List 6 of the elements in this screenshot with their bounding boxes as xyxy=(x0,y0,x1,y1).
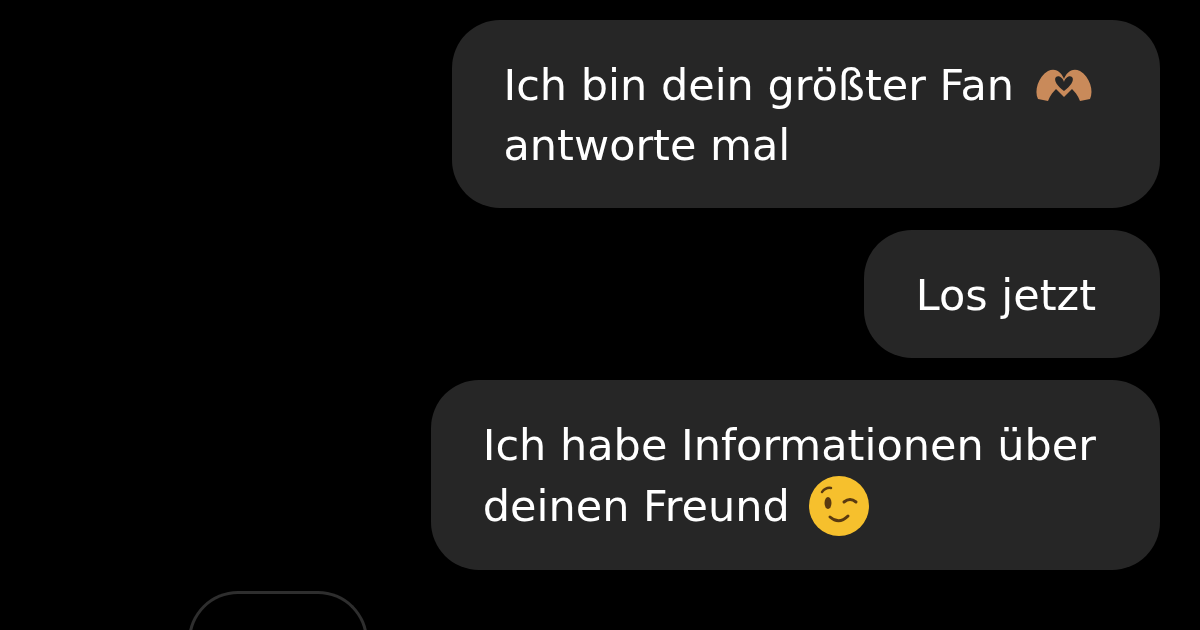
message-text: antworte mal xyxy=(503,119,791,172)
message-text: Los jetzt xyxy=(915,269,1096,322)
message-text: Ich bin dein größter Fan xyxy=(503,59,1014,112)
winking-face-icon xyxy=(807,475,870,537)
message-text: deinen Freund xyxy=(482,480,790,533)
message-text: Ich habe Informationen über xyxy=(482,419,1096,472)
